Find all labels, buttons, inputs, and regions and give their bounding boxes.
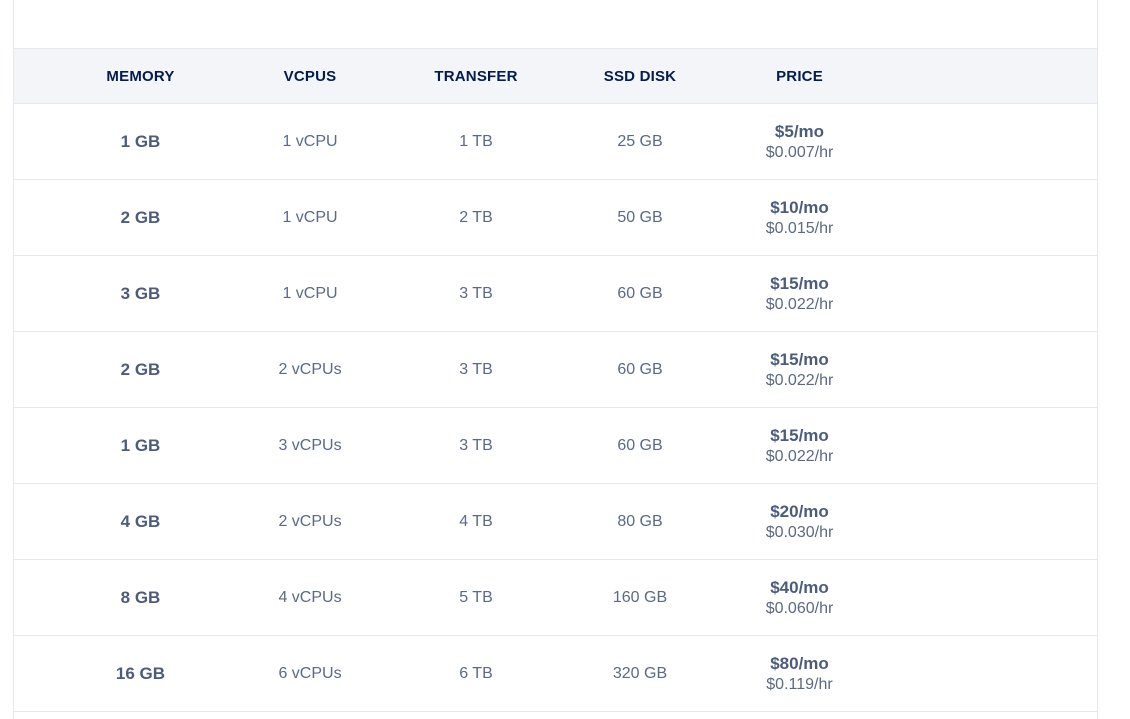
table-row: 16 GB 6 vCPUs 6 TB 320 GB $80/mo $0.119/… [14, 636, 1097, 712]
transfer-cell: 4 TB [459, 512, 493, 530]
price-cell: $15/mo $0.022/hr [681, 274, 918, 314]
hourly-price: $0.007/hr [765, 143, 834, 161]
price-cell: $20/mo $0.030/hr [681, 502, 918, 542]
price-cell: $15/mo $0.022/hr [681, 350, 918, 390]
memory-cell: 1 GB [120, 131, 161, 151]
memory-cell: 16 GB [115, 663, 166, 683]
price-cell: $5/mo $0.007/hr [681, 122, 918, 162]
header-transfer: TRANSFER [434, 67, 518, 85]
table-header: MEMORY VCPUS TRANSFER SSD DISK PRICE [14, 48, 1097, 104]
vcpus-cell: 1 vCPU [282, 208, 338, 226]
ssd-disk-cell: 160 GB [612, 588, 668, 606]
monthly-price: $15/mo [770, 349, 829, 369]
hourly-price: $0.022/hr [765, 295, 834, 313]
monthly-price: $15/mo [770, 425, 829, 445]
hourly-price: $0.030/hr [765, 523, 834, 541]
transfer-cell: 3 TB [459, 360, 493, 378]
header-ssd-disk: SSD DISK [603, 67, 677, 85]
monthly-price: $40/mo [770, 577, 829, 597]
table-row: 1 GB 1 vCPU 1 TB 25 GB $5/mo $0.007/hr [14, 104, 1097, 180]
table-row: 4 GB 2 vCPUs 4 TB 80 GB $20/mo $0.030/hr [14, 484, 1097, 560]
vcpus-cell: 2 vCPUs [278, 360, 342, 378]
transfer-cell: 1 TB [459, 132, 493, 150]
vcpus-cell: 3 vCPUs [278, 436, 342, 454]
monthly-price: $15/mo [770, 273, 829, 293]
ssd-disk-cell: 60 GB [617, 360, 663, 378]
pricing-panel: MEMORY VCPUS TRANSFER SSD DISK PRICE 1 G… [13, 0, 1098, 719]
table-row: 2 GB 2 vCPUs 3 TB 60 GB $15/mo $0.022/hr [14, 332, 1097, 408]
header-price: PRICE [776, 67, 823, 85]
ssd-disk-cell: 50 GB [617, 208, 663, 226]
ssd-disk-cell: 25 GB [617, 132, 663, 150]
table-row: 1 GB 3 vCPUs 3 TB 60 GB $15/mo $0.022/hr [14, 408, 1097, 484]
vcpus-cell: 4 vCPUs [278, 588, 342, 606]
vcpus-cell: 1 vCPU [282, 132, 338, 150]
memory-cell: 2 GB [120, 207, 161, 227]
vcpus-cell: 2 vCPUs [278, 512, 342, 530]
hourly-price: $0.015/hr [765, 219, 834, 237]
header-memory: MEMORY [106, 67, 175, 85]
memory-cell: 2 GB [120, 359, 161, 379]
price-cell: $10/mo $0.015/hr [681, 198, 918, 238]
price-cell: $15/mo $0.022/hr [681, 426, 918, 466]
vcpus-cell: 1 vCPU [282, 284, 338, 302]
ssd-disk-cell: 80 GB [617, 512, 663, 530]
price-cell: $80/mo $0.119/hr [681, 654, 918, 694]
table-row: 8 GB 4 vCPUs 5 TB 160 GB $40/mo $0.060/h… [14, 560, 1097, 636]
memory-cell: 4 GB [120, 511, 161, 531]
hourly-price: $0.119/hr [766, 675, 833, 693]
vcpus-cell: 6 vCPUs [278, 664, 342, 682]
monthly-price: $10/mo [770, 197, 829, 217]
transfer-cell: 3 TB [459, 284, 493, 302]
hourly-price: $0.022/hr [765, 371, 834, 389]
monthly-price: $20/mo [770, 501, 829, 521]
transfer-cell: 6 TB [459, 664, 493, 682]
transfer-cell: 3 TB [459, 436, 493, 454]
pricing-table: MEMORY VCPUS TRANSFER SSD DISK PRICE 1 G… [14, 48, 1097, 712]
transfer-cell: 2 TB [459, 208, 493, 226]
hourly-price: $0.060/hr [765, 599, 834, 617]
hourly-price: $0.022/hr [765, 447, 834, 465]
ssd-disk-cell: 60 GB [617, 284, 663, 302]
monthly-price: $5/mo [774, 121, 825, 141]
ssd-disk-cell: 320 GB [612, 664, 668, 682]
ssd-disk-cell: 60 GB [617, 436, 663, 454]
transfer-cell: 5 TB [459, 588, 493, 606]
header-vcpus: VCPUS [283, 67, 337, 85]
table-row: 2 GB 1 vCPU 2 TB 50 GB $10/mo $0.015/hr [14, 180, 1097, 256]
memory-cell: 8 GB [120, 587, 161, 607]
price-cell: $40/mo $0.060/hr [681, 578, 918, 618]
table-row: 3 GB 1 vCPU 3 TB 60 GB $15/mo $0.022/hr [14, 256, 1097, 332]
monthly-price: $80/mo [770, 653, 829, 673]
memory-cell: 1 GB [120, 435, 161, 455]
memory-cell: 3 GB [120, 283, 161, 303]
